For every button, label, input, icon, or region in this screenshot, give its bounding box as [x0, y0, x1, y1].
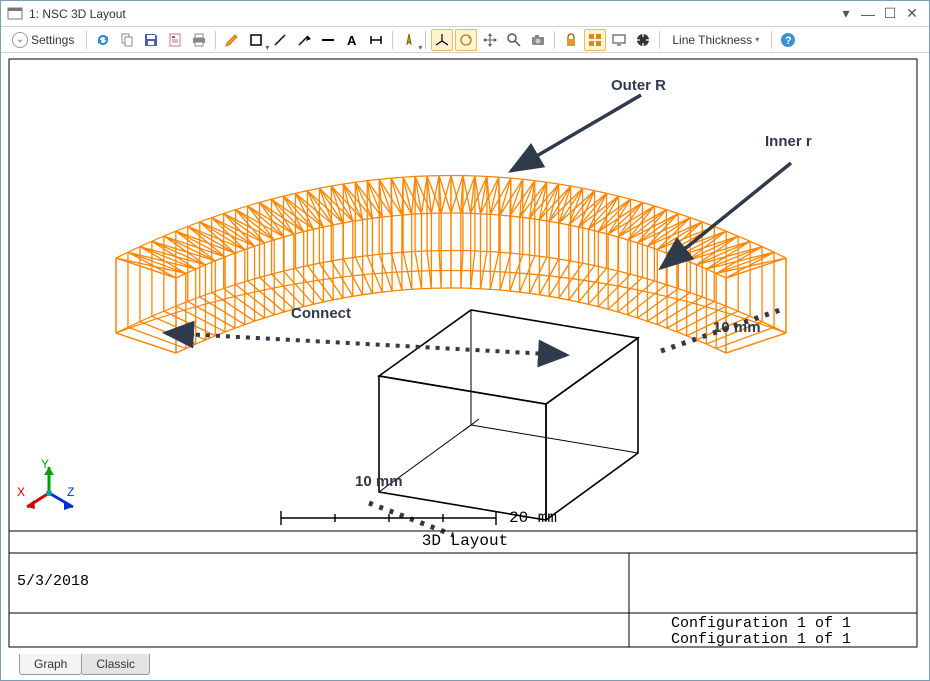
- rotate-button[interactable]: [455, 29, 477, 51]
- axis-z: Z: [67, 485, 74, 499]
- separator: [215, 31, 216, 49]
- monitor-icon: [611, 32, 627, 48]
- settings-button[interactable]: ⌄ Settings: [5, 28, 81, 52]
- axis-y: Y: [41, 457, 49, 471]
- dimension-button[interactable]: [365, 29, 387, 51]
- separator: [425, 31, 426, 49]
- chevron-down-icon: ▾: [418, 43, 422, 52]
- tab-classic[interactable]: Classic: [81, 654, 150, 675]
- label-connect: Connect: [291, 305, 351, 322]
- label-inner-r: Inner r: [765, 133, 812, 150]
- footer-caption: 3D Layout: [1, 532, 929, 550]
- target-button[interactable]: [632, 29, 654, 51]
- toolbar: ⌄ Settings ▾ A ▾: [1, 27, 929, 53]
- report-icon: [167, 32, 183, 48]
- label-outer-r: Outer R: [611, 77, 666, 94]
- compass-icon: [401, 32, 417, 48]
- footer-date: 5/3/2018: [17, 573, 89, 590]
- refresh-button[interactable]: [92, 29, 114, 51]
- footer-config2: Configuration 1 of 1: [671, 631, 851, 648]
- title-bar: 1: NSC 3D Layout ▾ — ☐ ✕: [1, 1, 929, 27]
- pencil-button[interactable]: [221, 29, 243, 51]
- monitor-button[interactable]: [608, 29, 630, 51]
- arrow-icon: [296, 32, 312, 48]
- save-button[interactable]: [140, 29, 162, 51]
- tab-strip: Graph Classic: [1, 654, 929, 680]
- help-button[interactable]: ?: [777, 29, 799, 51]
- report-button[interactable]: [164, 29, 186, 51]
- square-button[interactable]: ▾: [245, 29, 267, 51]
- label-dim-bottom: 10 mm: [355, 473, 403, 490]
- square-icon: [248, 32, 264, 48]
- separator: [771, 31, 772, 49]
- camera-button[interactable]: [527, 29, 549, 51]
- line-icon: [272, 32, 288, 48]
- dropdown-button[interactable]: ▾: [835, 5, 857, 23]
- move-button[interactable]: [479, 29, 501, 51]
- line-thickness-button[interactable]: Line Thickness ▾: [665, 29, 766, 51]
- line-button[interactable]: [269, 29, 291, 51]
- chevron-down-icon: ⌄: [12, 32, 28, 48]
- line-thickness-label: Line Thickness: [672, 33, 752, 47]
- target-icon: [635, 32, 651, 48]
- app-window-icon: [7, 6, 23, 22]
- viewport-canvas[interactable]: Outer R Inner r Connect 10 mm 10 mm 20 m…: [1, 53, 929, 654]
- zoom-button[interactable]: [503, 29, 525, 51]
- tab-graph[interactable]: Graph: [19, 654, 82, 675]
- label-scale: 20 mm: [509, 509, 557, 527]
- axes3d-button[interactable]: [431, 29, 453, 51]
- dimension-icon: [368, 32, 384, 48]
- arrow-button[interactable]: [293, 29, 315, 51]
- copy-icon: [119, 32, 135, 48]
- dash-icon: [320, 32, 336, 48]
- chevron-down-icon: ▾: [265, 43, 269, 52]
- dash-button[interactable]: [317, 29, 339, 51]
- rotate-icon: [458, 32, 474, 48]
- camera-icon: [530, 32, 546, 48]
- compass-button[interactable]: ▾: [398, 29, 420, 51]
- settings-label: Settings: [31, 33, 74, 47]
- separator: [86, 31, 87, 49]
- svg-text:?: ?: [785, 35, 792, 47]
- window-title: 1: NSC 3D Layout: [29, 7, 126, 21]
- text-button[interactable]: A: [341, 29, 363, 51]
- print-icon: [191, 32, 207, 48]
- chevron-down-icon: ▾: [755, 35, 759, 44]
- separator: [554, 31, 555, 49]
- print-button[interactable]: [188, 29, 210, 51]
- save-icon: [143, 32, 159, 48]
- text-a-icon: A: [344, 32, 360, 48]
- axes3d-icon: [434, 32, 450, 48]
- help-icon: ?: [780, 32, 796, 48]
- close-button[interactable]: ✕: [901, 5, 923, 23]
- copy-button[interactable]: [116, 29, 138, 51]
- move-icon: [482, 32, 498, 48]
- maximize-button[interactable]: ☐: [879, 5, 901, 23]
- label-dim-top: 10 mm: [713, 319, 761, 336]
- refresh-icon: [95, 32, 111, 48]
- grid-button[interactable]: [584, 29, 606, 51]
- footer-config1: Configuration 1 of 1: [671, 615, 851, 632]
- grid-icon: [587, 32, 603, 48]
- pencil-icon: [224, 32, 240, 48]
- lock-icon: [563, 32, 579, 48]
- axis-x: X: [17, 485, 25, 499]
- separator: [392, 31, 393, 49]
- minimize-button[interactable]: —: [857, 5, 879, 23]
- separator: [659, 31, 660, 49]
- lock-button[interactable]: [560, 29, 582, 51]
- svg-text:A: A: [347, 33, 357, 48]
- zoom-icon: [506, 32, 522, 48]
